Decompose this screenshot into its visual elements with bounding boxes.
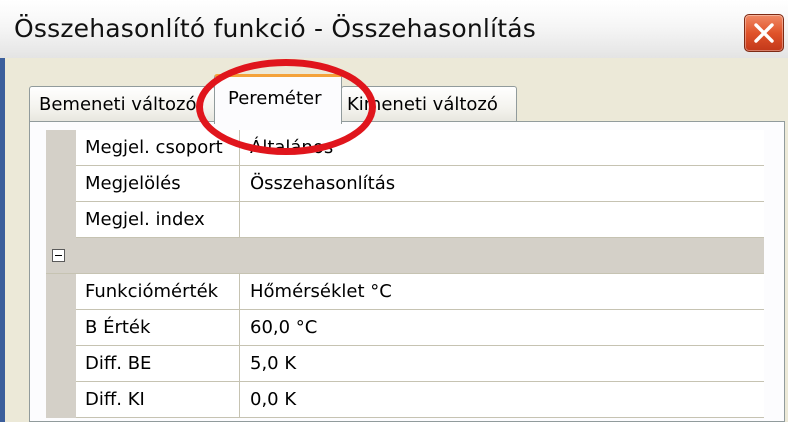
tab-bemeneti-valtozo[interactable]: Bemeneti változó xyxy=(29,86,215,122)
property-row[interactable]: Diff. KI 0,0 K xyxy=(46,382,764,418)
row-gutter xyxy=(46,166,76,202)
property-name: Funkciómérték xyxy=(76,274,240,309)
property-row[interactable]: B Érték 60,0 °C xyxy=(46,310,764,346)
row-gutter xyxy=(46,202,76,238)
property-row[interactable]: Diff. BE 5,0 K xyxy=(46,346,764,382)
property-name: Megjel. index xyxy=(76,202,240,237)
property-row[interactable]: Megjelölés Összehasonlítás xyxy=(46,166,764,202)
close-icon xyxy=(754,23,774,43)
property-row[interactable]: Megjel. csoport Általános xyxy=(46,130,764,166)
title-bar[interactable]: Összehasonlító funkció - Összehasonlítás xyxy=(0,0,788,59)
property-value[interactable] xyxy=(240,202,764,237)
window-left-border xyxy=(0,58,5,422)
property-name: Diff. BE xyxy=(76,346,240,381)
property-row[interactable]: Megjel. index xyxy=(46,202,764,238)
highlight-annotation-ring xyxy=(196,59,376,155)
property-grid: Megjel. csoport Általános Megjelölés Öss… xyxy=(46,130,764,418)
collapse-minus-icon[interactable] xyxy=(52,249,65,262)
row-gutter xyxy=(46,274,76,310)
property-row[interactable]: Funkciómérték Hőmérséklet °C xyxy=(46,274,764,310)
category-header-row[interactable] xyxy=(46,238,764,274)
row-gutter xyxy=(46,382,76,418)
property-value[interactable]: 0,0 K xyxy=(240,382,764,417)
row-gutter xyxy=(46,130,76,166)
property-value[interactable]: Hőmérséklet °C xyxy=(240,274,764,309)
close-button[interactable] xyxy=(744,14,784,52)
property-value[interactable]: Összehasonlítás xyxy=(240,166,764,201)
row-gutter xyxy=(46,346,76,382)
property-name: B Érték xyxy=(76,310,240,345)
property-value[interactable]: 5,0 K xyxy=(240,346,764,381)
property-name: Megjelölés xyxy=(76,166,240,201)
row-gutter xyxy=(46,310,76,346)
property-name: Diff. KI xyxy=(76,382,240,417)
dialog-window: Összehasonlító funkció - Összehasonlítás… xyxy=(0,0,788,422)
window-title: Összehasonlító funkció - Összehasonlítás xyxy=(14,14,536,43)
property-value[interactable]: 60,0 °C xyxy=(240,310,764,345)
